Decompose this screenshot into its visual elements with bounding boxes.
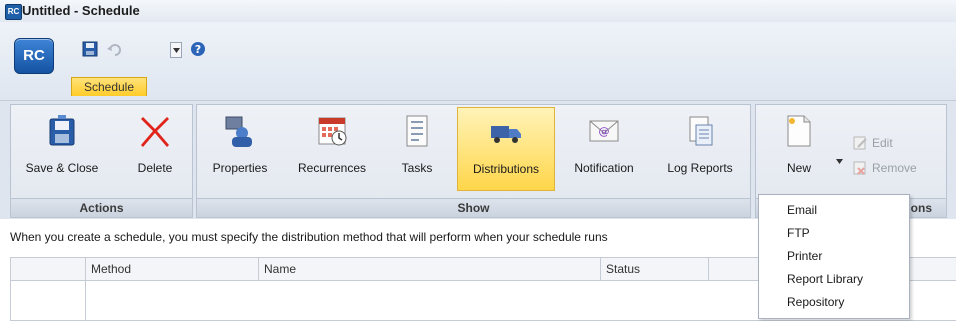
svg-text:?: ? xyxy=(195,43,201,56)
group-label-actions: Actions xyxy=(11,198,192,217)
new-dropdown-arrow[interactable] xyxy=(836,153,844,164)
delete-button[interactable]: Delete xyxy=(123,107,187,189)
remove-label: Remove xyxy=(872,161,917,175)
row-selector-column xyxy=(11,281,86,321)
notification-label: Notification xyxy=(574,161,634,175)
group-show: Properties Recurrences Tasks Distributio… xyxy=(196,104,751,218)
tab-schedule[interactable]: Schedule xyxy=(71,77,147,96)
delete-label: Delete xyxy=(137,161,173,175)
remove-icon xyxy=(853,161,866,175)
log-reports-button[interactable]: Log Reports xyxy=(657,107,743,189)
tasks-icon xyxy=(406,115,428,147)
window-title: Untitled - Schedule xyxy=(22,3,140,18)
menu-item-email[interactable]: Email xyxy=(759,199,909,221)
recurrences-icon xyxy=(318,117,347,146)
distributions-label: Distributions xyxy=(472,162,540,176)
chevron-down-icon xyxy=(836,159,843,164)
column-header-status[interactable]: Status xyxy=(601,258,709,280)
notification-icon: @ xyxy=(589,120,619,142)
edit-button[interactable]: Edit xyxy=(852,135,893,151)
app-icon: RC xyxy=(5,4,22,20)
edit-icon xyxy=(853,136,867,150)
undo-icon xyxy=(107,44,121,56)
properties-button[interactable]: Properties xyxy=(200,107,280,189)
tasks-button[interactable]: Tasks xyxy=(389,107,445,189)
schedule-description: When you create a schedule, you must spe… xyxy=(10,230,608,244)
qat-customize-dropdown[interactable] xyxy=(170,42,182,58)
title-bar: RC Untitled - Schedule xyxy=(0,0,956,23)
help-icon: ? xyxy=(191,42,205,56)
notification-button[interactable]: @ Notification xyxy=(561,107,647,189)
save-close-button[interactable]: Save & Close xyxy=(13,107,111,189)
chevron-down-icon xyxy=(172,47,180,53)
properties-label: Properties xyxy=(212,161,268,175)
svg-text:@: @ xyxy=(599,125,610,138)
new-document-icon xyxy=(787,115,811,147)
column-header-select[interactable] xyxy=(11,258,86,280)
save-close-icon xyxy=(49,115,75,146)
recurrences-button[interactable]: Recurrences xyxy=(287,107,377,189)
tasks-label: Tasks xyxy=(401,161,433,175)
new-button[interactable]: New xyxy=(760,107,838,189)
undo-quick-button[interactable] xyxy=(106,40,122,58)
save-icon xyxy=(82,41,98,57)
new-label: New xyxy=(786,161,811,175)
properties-icon xyxy=(225,116,252,147)
application-button[interactable]: RC xyxy=(14,38,54,74)
column-header-name[interactable]: Name xyxy=(259,258,601,280)
log-reports-label: Log Reports xyxy=(667,161,733,175)
distributions-icon xyxy=(491,126,521,143)
menu-item-report-library[interactable]: Report Library xyxy=(759,268,909,290)
menu-item-repository[interactable]: Repository xyxy=(759,291,909,313)
save-quick-button[interactable] xyxy=(82,40,98,58)
quick-access-toolbar: RC ? Schedule xyxy=(0,22,956,100)
log-reports-icon xyxy=(689,116,713,146)
column-header-method[interactable]: Method xyxy=(86,258,259,280)
recurrences-label: Recurrences xyxy=(297,161,367,175)
delete-icon xyxy=(141,117,169,147)
distributions-button[interactable]: Distributions xyxy=(457,107,555,191)
edit-label: Edit xyxy=(872,136,893,150)
help-quick-button[interactable]: ? xyxy=(190,40,206,58)
menu-item-printer[interactable]: Printer xyxy=(759,245,909,267)
new-dropdown-menu: Email FTP Printer Report Library Reposit… xyxy=(758,194,910,319)
group-actions: Save & Close Delete Actions xyxy=(10,104,193,218)
group-label-show: Show xyxy=(197,198,750,217)
remove-button[interactable]: Remove xyxy=(852,160,917,176)
save-close-label: Save & Close xyxy=(25,161,99,175)
menu-item-ftp[interactable]: FTP xyxy=(759,222,909,244)
